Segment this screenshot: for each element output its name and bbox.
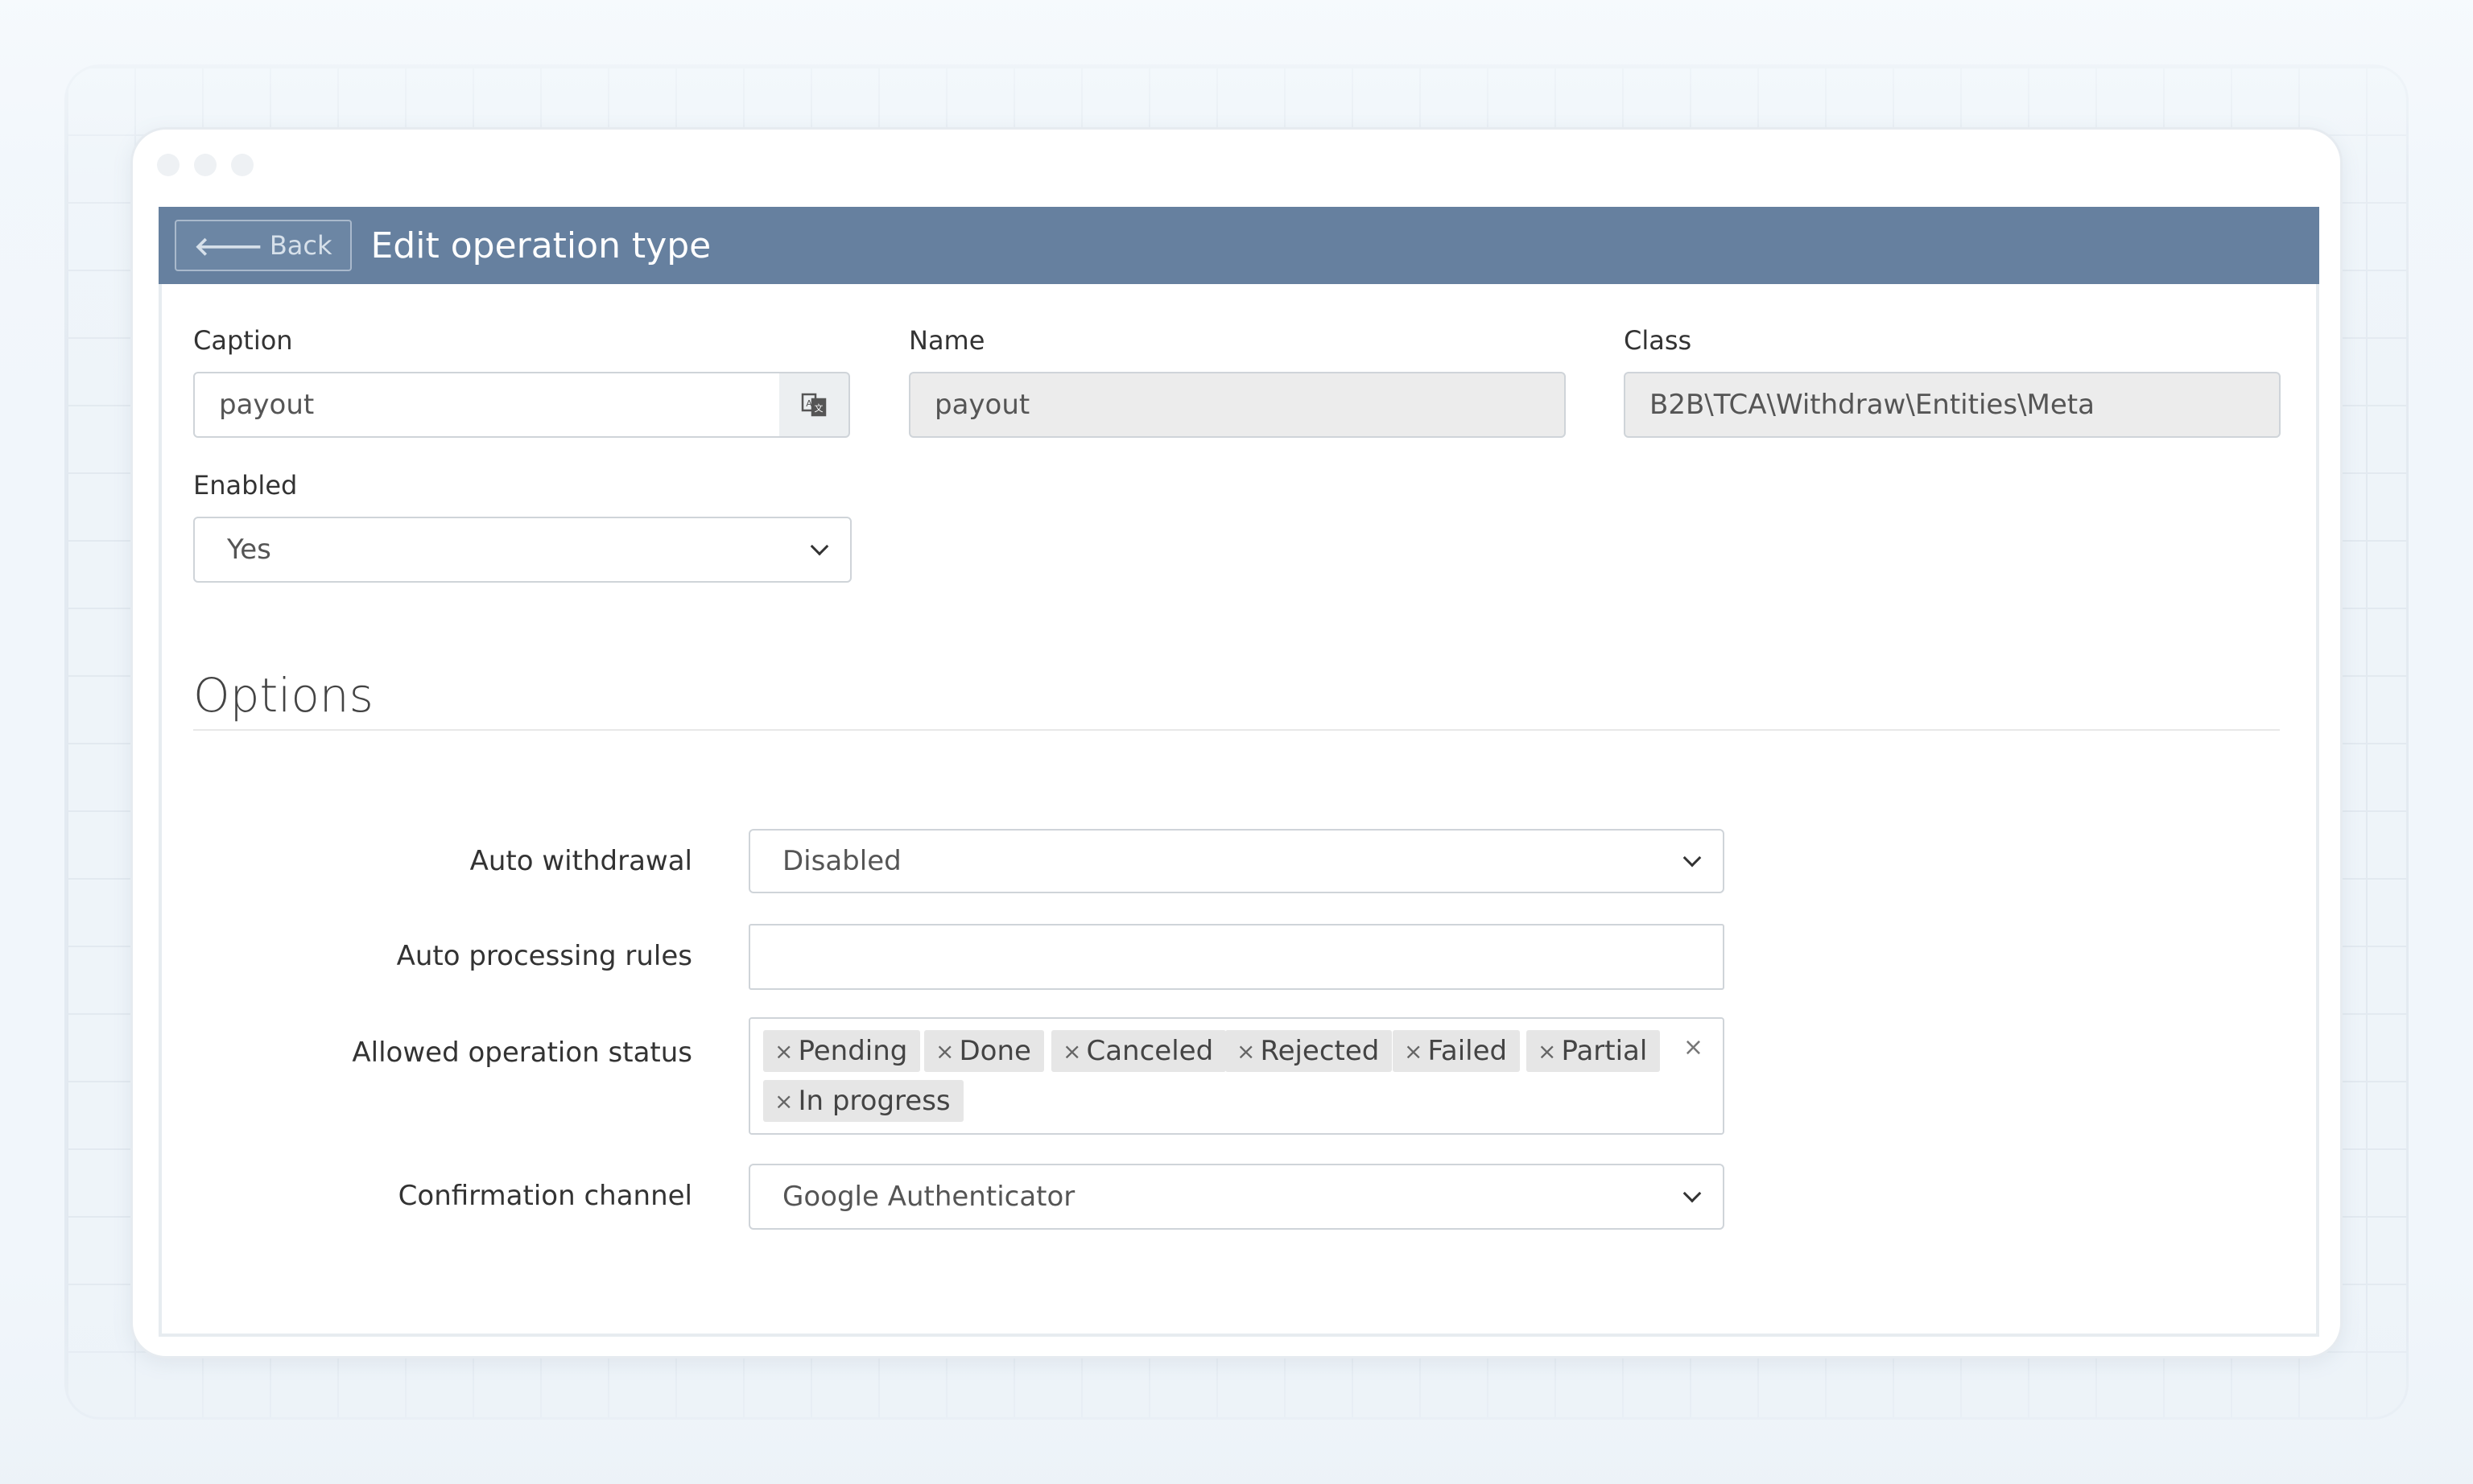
- panel-header: 🡐 Back Edit operation type: [159, 207, 2319, 284]
- status-tag: × Canceled: [1051, 1030, 1227, 1072]
- class-value: B2B\TCA\Withdraw\Entities\Meta: [1649, 389, 2095, 421]
- svg-text:文: 文: [815, 402, 824, 414]
- auto-withdrawal-value: Disabled: [782, 845, 902, 877]
- caption-label: Caption: [193, 325, 293, 356]
- status-tag: × Failed: [1393, 1030, 1521, 1072]
- caption-value: payout: [219, 389, 315, 421]
- options-heading: Options: [193, 668, 374, 723]
- status-tag: × In progress: [763, 1080, 964, 1122]
- name-value: payout: [935, 389, 1030, 421]
- options-divider: [193, 729, 2280, 731]
- class-label: Class: [1624, 325, 1692, 356]
- enabled-label: Enabled: [193, 470, 298, 501]
- chevron-down-icon: [1682, 1184, 1702, 1203]
- svg-text:A: A: [806, 398, 812, 409]
- confirmation-channel-label: Confirmation channel: [398, 1180, 692, 1212]
- auto-withdrawal-label: Auto withdrawal: [469, 845, 692, 877]
- auto-withdrawal-select[interactable]: Disabled: [749, 829, 1724, 893]
- status-tag: × Partial: [1526, 1030, 1661, 1072]
- allowed-status-label: Allowed operation status: [352, 1037, 692, 1069]
- auto-processing-rules-input[interactable]: [749, 924, 1724, 990]
- caption-translate-button[interactable]: A 文: [779, 372, 850, 438]
- back-button-label: Back: [269, 230, 332, 261]
- name-input: payout: [909, 372, 1566, 438]
- remove-tag-icon[interactable]: ×: [1236, 1038, 1255, 1065]
- caption-input[interactable]: payout: [193, 372, 781, 438]
- confirmation-channel-select[interactable]: Google Authenticator: [749, 1164, 1724, 1230]
- status-tag: × Rejected: [1225, 1030, 1393, 1072]
- window-close-dot[interactable]: [157, 154, 180, 176]
- remove-tag-icon[interactable]: ×: [774, 1038, 793, 1065]
- window-minimize-dot[interactable]: [194, 154, 217, 176]
- remove-tag-icon[interactable]: ×: [935, 1038, 954, 1065]
- arrow-left-icon: 🡐: [194, 230, 263, 262]
- chevron-down-icon: [810, 537, 829, 556]
- clear-all-icon[interactable]: ×: [1683, 1033, 1703, 1061]
- translate-icon: A 文: [801, 393, 827, 417]
- allowed-status-multiselect[interactable]: × Pending × Done × Canceled × Rejected ×…: [749, 1017, 1724, 1135]
- back-button[interactable]: 🡐 Back: [175, 220, 352, 271]
- chevron-down-icon: [1682, 848, 1702, 868]
- confirmation-channel-value: Google Authenticator: [782, 1181, 1075, 1213]
- window-controls: [157, 154, 254, 176]
- enabled-select[interactable]: Yes: [193, 517, 852, 583]
- page-title: Edit operation type: [370, 225, 712, 266]
- class-input: B2B\TCA\Withdraw\Entities\Meta: [1624, 372, 2281, 438]
- remove-tag-icon[interactable]: ×: [1404, 1038, 1422, 1065]
- enabled-value: Yes: [227, 534, 271, 566]
- remove-tag-icon[interactable]: ×: [774, 1088, 793, 1115]
- remove-tag-icon[interactable]: ×: [1063, 1038, 1081, 1065]
- name-label: Name: [909, 325, 985, 356]
- status-tag: × Pending: [763, 1030, 921, 1072]
- remove-tag-icon[interactable]: ×: [1538, 1038, 1556, 1065]
- status-tag: × Done: [924, 1030, 1044, 1072]
- auto-processing-rules-label: Auto processing rules: [396, 940, 692, 972]
- window-maximize-dot[interactable]: [231, 154, 254, 176]
